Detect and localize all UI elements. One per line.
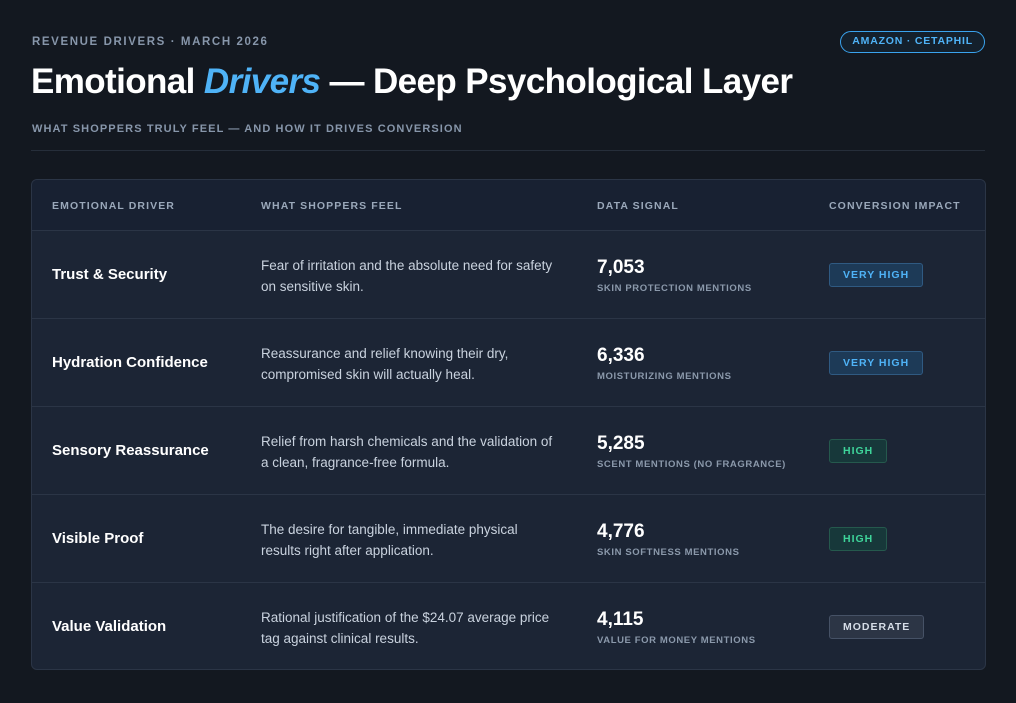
table-row: Sensory Reassurance Relief from harsh ch… — [32, 407, 985, 495]
title-prefix: Emotional — [31, 62, 204, 101]
driver-name: Hydration Confidence — [52, 354, 208, 371]
impact-badge: HIGH — [829, 439, 888, 463]
driver-name: Visible Proof — [52, 530, 144, 547]
signal-value: 6,336 — [597, 345, 645, 366]
shopper-feeling: Reassurance and relief knowing their dry… — [261, 346, 509, 382]
shopper-feeling: Fear of irritation and the absolute need… — [261, 258, 553, 294]
signal-value: 5,285 — [597, 433, 645, 454]
table-row: Trust & Security Fear of irritation and … — [32, 231, 985, 319]
signal-label: SCENT MENTIONS (NO FRAGRANCE) — [597, 459, 786, 470]
driver-name: Trust & Security — [52, 266, 168, 283]
impact-badge: VERY HIGH — [829, 351, 924, 375]
signal-value: 4,776 — [597, 521, 645, 542]
table-header: EMOTIONAL DRIVER WHAT SHOPPERS FEEL DATA… — [32, 180, 985, 231]
impact-badge: MODERATE — [829, 615, 925, 639]
shopper-feeling: Relief from harsh chemicals and the vali… — [261, 434, 553, 470]
signal-value: 4,115 — [597, 609, 644, 630]
impact-badge: VERY HIGH — [829, 263, 924, 287]
table-row: Hydration Confidence Reassurance and rel… — [32, 319, 985, 407]
page-subtitle: WHAT SHOPPERS TRULY FEEL — AND HOW IT DR… — [32, 123, 463, 135]
signal-value: 7,053 — [597, 257, 645, 278]
signal-label: SKIN SOFTNESS MENTIONS — [597, 547, 740, 558]
column-header-feel: WHAT SHOPPERS FEEL — [261, 200, 403, 212]
signal-label: SKIN PROTECTION MENTIONS — [597, 283, 752, 294]
impact-badge: HIGH — [829, 527, 888, 551]
column-header-impact: CONVERSION IMPACT — [829, 200, 961, 212]
page-title: Emotional Drivers — Deep Psychological L… — [31, 62, 793, 102]
column-header-signal: DATA SIGNAL — [597, 200, 679, 212]
source-pill: AMAZON · CETAPHIL — [840, 31, 985, 53]
eyebrow-label: REVENUE DRIVERS · MARCH 2026 — [32, 36, 269, 48]
table-row: Visible Proof The desire for tangible, i… — [32, 495, 985, 583]
driver-name: Sensory Reassurance — [52, 442, 209, 459]
drivers-table: EMOTIONAL DRIVER WHAT SHOPPERS FEEL DATA… — [31, 179, 986, 670]
table-row: Value Validation Rational justification … — [32, 583, 985, 669]
title-accent: Drivers — [203, 62, 321, 101]
title-suffix: — Deep Psychological Layer — [320, 62, 793, 101]
column-header-driver: EMOTIONAL DRIVER — [52, 200, 175, 212]
signal-label: VALUE FOR MONEY MENTIONS — [597, 635, 756, 646]
divider — [31, 150, 985, 151]
page: REVENUE DRIVERS · MARCH 2026 AMAZON · CE… — [0, 0, 1016, 703]
shopper-feeling: The desire for tangible, immediate physi… — [261, 522, 518, 558]
driver-name: Value Validation — [52, 618, 167, 635]
signal-label: MOISTURIZING MENTIONS — [597, 371, 732, 382]
shopper-feeling: Rational justification of the $24.07 ave… — [261, 610, 550, 646]
